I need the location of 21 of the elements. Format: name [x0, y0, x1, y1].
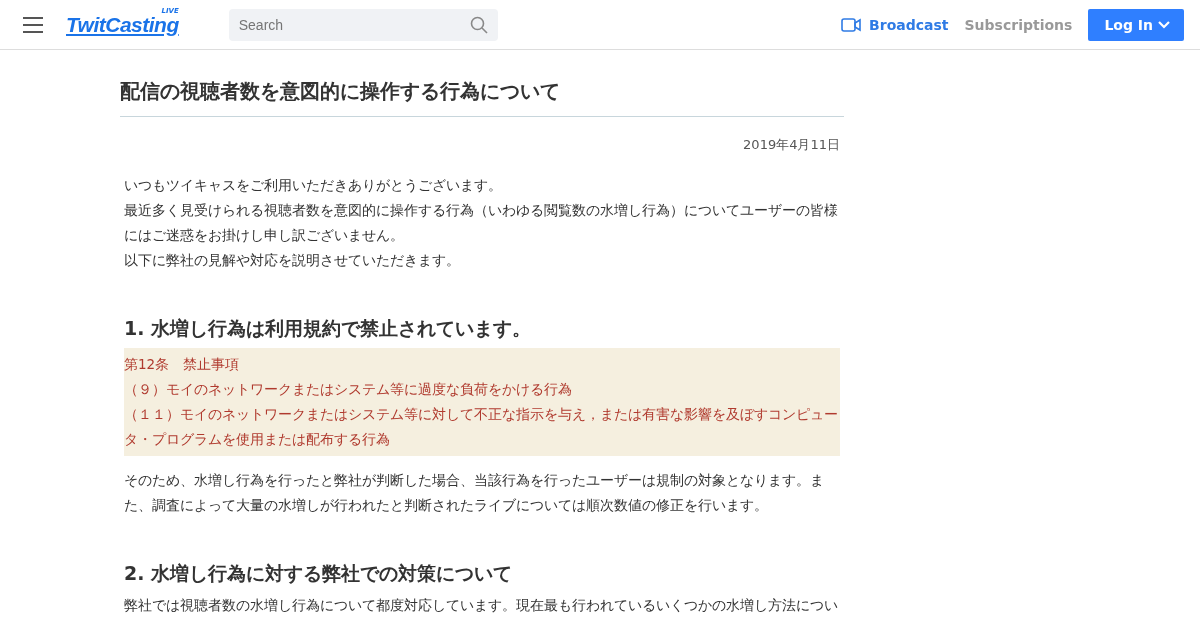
- quote-line: （９）モイのネットワークまたはシステム等に過度な負荷をかける行為: [124, 380, 573, 399]
- paragraph: いつもツイキャスをご利用いただきありがとうございます。: [124, 176, 503, 195]
- logo[interactable]: TwitCasting: [66, 12, 179, 36]
- video-camera-icon: [841, 17, 862, 32]
- search-field[interactable]: Search: [228, 8, 498, 41]
- menu-icon[interactable]: [23, 16, 43, 33]
- chevron-down-icon: [1158, 20, 1170, 29]
- quote-line: 第12条 禁止事項: [124, 355, 241, 374]
- section-heading: 1. 水増し行為は利用規約で禁止されています。: [124, 316, 533, 341]
- paragraph: 最近多く見受けられる視聴者数を意図的に操作する行為（いわゆる閲覧数の水増し行為）についてユーザーの皆様にはご迷惑をお掛けし申し訳ございません。: [124, 201, 839, 245]
- quote-line: （１１）モイのネットワークまたはシステム等に対して不正な指示を与え，または有害な影響を及ぼすコンピュータ・プログラムを使用または配布する行為: [124, 405, 839, 449]
- paragraph: そのため、水増し行為を行ったと弊社が判断した場合、当該行為を行ったユーザーは規制の対象となります。また、調査によって大量の水増しが行われたと判断されたライブについては順次数値の修正を行います。: [124, 471, 825, 515]
- article-title: 配信の視聴者数を意図的に操作する行為について: [120, 50, 844, 117]
- paragraph: 以下に弊社の見解や対応を説明させていただきます。: [124, 251, 461, 270]
- search-icon[interactable]: [469, 15, 488, 34]
- paragraph: 弊社では視聴者数の水増し行為について都度対応しています。現在最も行われているいくつかの水増し方法につい: [124, 596, 839, 615]
- section-heading: 2. 水増し行為に対する弊社での対策について: [124, 561, 514, 586]
- broadcast-link[interactable]: Broadcast: [841, 16, 949, 33]
- login-button[interactable]: Log In: [1088, 8, 1184, 41]
- article-date: 2019年4月11日: [743, 137, 840, 152]
- nav-link[interactable]: Subscriptions: [964, 16, 1073, 33]
